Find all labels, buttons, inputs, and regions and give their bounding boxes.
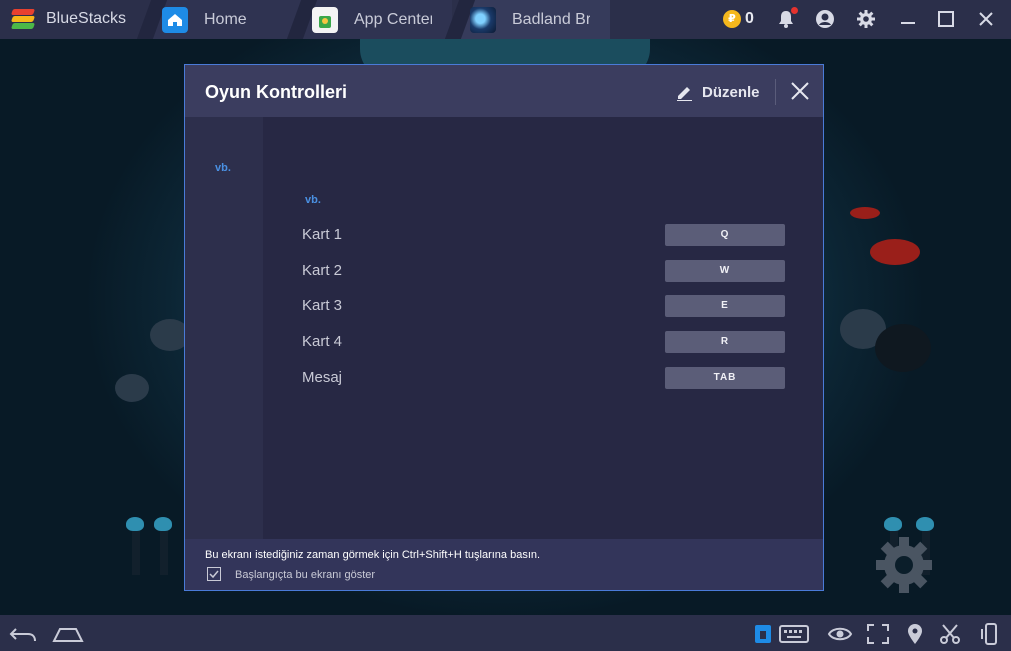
control-row: Kart 3 E: [302, 295, 786, 319]
tab-app-center-label: App Center: [354, 10, 432, 28]
control-row: Mesaj TAB: [302, 367, 786, 391]
control-row: Kart 1 Q: [302, 224, 786, 248]
eye-icon[interactable]: [827, 623, 853, 645]
app-center-icon: [312, 6, 338, 33]
control-row: Kart 2 W: [302, 260, 786, 284]
brand: BlueStacks: [10, 8, 126, 30]
edit-button-label: Düzenle: [702, 83, 760, 101]
tab-home[interactable]: Home: [152, 0, 302, 39]
bluestacks-logo-icon: [10, 8, 36, 30]
creature: [850, 207, 880, 219]
coin-icon[interactable]: ₽: [723, 10, 741, 28]
control-label: Kart 2: [302, 262, 343, 279]
close-icon[interactable]: [976, 9, 996, 29]
sidebar-item-vb[interactable]: vb.: [215, 162, 231, 174]
coin-count: 0: [745, 10, 754, 27]
plant: [154, 517, 172, 575]
tab-home-label: Home: [204, 10, 247, 28]
key-binding-button[interactable]: R: [665, 331, 785, 353]
control-label: Kart 3: [302, 297, 343, 314]
tab-badland-brawl[interactable]: Badland Brawl: [460, 0, 610, 39]
show-on-startup-label: Başlangıçta bu ekranı göster: [235, 569, 376, 581]
fullscreen-icon[interactable]: [866, 623, 890, 645]
location-icon[interactable]: [905, 623, 925, 645]
back-icon[interactable]: [8, 623, 38, 645]
game-controls-icon[interactable]: [753, 623, 773, 645]
dialog-footer: Bu ekranı istediğiniz zaman görmek için …: [185, 539, 823, 590]
game-controls-dialog: Oyun Kontrolleri Düzenle vb. vb. Kart 1 …: [184, 64, 824, 591]
show-on-startup-checkbox[interactable]: [207, 567, 221, 581]
shortcut-hint: Bu ekranı istediğiniz zaman görmek için …: [205, 549, 541, 561]
gear-icon[interactable]: [856, 9, 876, 29]
cut-icon[interactable]: [938, 623, 962, 645]
bottom-toolbar: [0, 615, 1011, 651]
badland-game-icon: [470, 6, 496, 33]
brand-name: BlueStacks: [46, 10, 127, 27]
game-settings-gear-icon[interactable]: [868, 529, 940, 601]
plant: [126, 517, 144, 575]
controls-panel: vb. Kart 1 Q Kart 2 W Kart 3 E Kart 4 R …: [263, 117, 823, 539]
keyboard-icon[interactable]: [779, 623, 809, 645]
rotate-icon[interactable]: [980, 623, 1002, 645]
pencil-icon: [677, 87, 692, 101]
check-icon: [209, 570, 219, 579]
close-icon: [791, 82, 809, 100]
dialog-sidebar: vb.: [185, 117, 263, 539]
notification-dot: [791, 7, 798, 14]
account-icon[interactable]: [815, 9, 835, 29]
tab-app-center[interactable]: App Center: [302, 0, 452, 39]
bell-icon[interactable]: [776, 7, 798, 29]
home-icon: [162, 6, 188, 33]
header-divider: [775, 79, 776, 105]
dialog-close-button[interactable]: [789, 80, 811, 102]
dialog-title: Oyun Kontrolleri: [205, 82, 348, 102]
control-label: Kart 4: [302, 333, 343, 350]
creature: [870, 239, 920, 265]
key-binding-button[interactable]: Q: [665, 224, 785, 246]
section-title: vb.: [305, 194, 321, 206]
key-binding-button[interactable]: E: [665, 295, 785, 317]
key-binding-button[interactable]: TAB: [665, 367, 785, 389]
tab-badland-brawl-label: Badland Brawl: [512, 10, 590, 28]
title-bar: BlueStacks Home App Center Badland Brawl…: [0, 0, 1011, 39]
dialog-header: Oyun Kontrolleri Düzenle: [185, 65, 823, 117]
maximize-icon[interactable]: [936, 9, 956, 29]
edit-button[interactable]: Düzenle: [675, 81, 760, 103]
home-icon[interactable]: [52, 623, 84, 645]
key-binding-button[interactable]: W: [665, 260, 785, 282]
creature: [875, 324, 931, 372]
control-row: Kart 4 R: [302, 331, 786, 355]
creature: [115, 374, 149, 402]
control-label: Mesaj: [302, 369, 343, 386]
control-label: Kart 1: [302, 226, 343, 243]
minimize-icon[interactable]: [898, 9, 918, 29]
